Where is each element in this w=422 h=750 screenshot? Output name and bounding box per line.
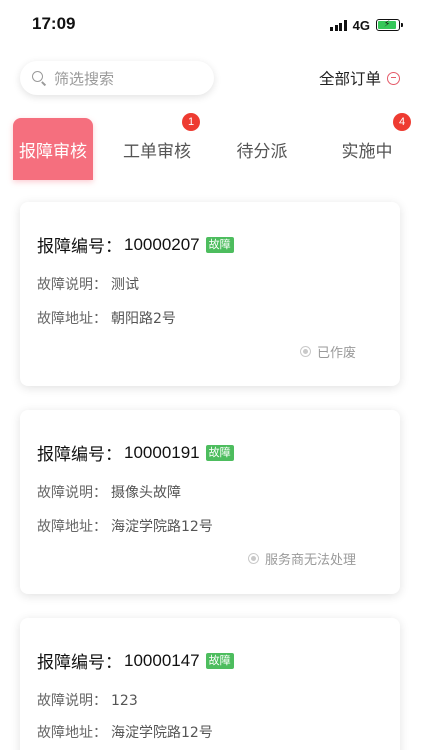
card-status: 已作废: [299, 342, 356, 361]
fault-tag: 故障: [205, 444, 234, 461]
card-title-label: 报障编号：: [37, 445, 122, 465]
status-time: 17:09: [32, 14, 76, 33]
tab-label: 报障审核: [19, 141, 87, 162]
all-orders-filter[interactable]: 全部订单: [319, 67, 400, 89]
card-title: 报障编号： 10000191 故障: [37, 440, 234, 465]
minus-circle-icon: [387, 71, 400, 85]
desc-label: 故障说明：: [37, 693, 107, 709]
addr-label: 故障地址：: [37, 311, 107, 327]
status-dot-icon: [299, 346, 311, 357]
search-placeholder: 筛选搜索: [54, 69, 115, 88]
desc-label: 故障说明：: [37, 277, 107, 293]
status-indicators: 4G ⚡: [330, 17, 403, 33]
fault-description: 故障说明： 测试: [37, 274, 139, 294]
addr-label: 故障地址：: [37, 725, 107, 741]
desc-value: 123: [111, 693, 138, 709]
addr-label: 故障地址：: [37, 519, 107, 535]
card-title: 报障编号： 10000147 故障: [37, 648, 234, 673]
tab-label: 实施中: [341, 141, 393, 162]
status-bar: 17:09 4G ⚡: [0, 0, 422, 50]
charging-icon: ⚡: [383, 19, 391, 30]
tab-badge: 4: [393, 113, 411, 131]
addr-value: 海淀学院路12号: [111, 519, 213, 535]
desc-value: 摄像头故障: [111, 485, 181, 501]
tab-label: 待分派: [236, 141, 288, 162]
fault-number: 10000207: [124, 234, 200, 254]
card-title-label: 报障编号：: [37, 237, 122, 257]
addr-value: 海淀学院路12号: [111, 725, 213, 741]
fault-description: 故障说明： 123: [37, 690, 138, 710]
battery-icon: ⚡: [376, 19, 403, 31]
status-text: 服务商无法处理: [264, 553, 356, 568]
tab-pending-dispatch[interactable]: 待分派: [222, 118, 302, 180]
fault-card[interactable]: 报障编号： 10000207 故障 故障说明： 测试 故障地址： 朝阳路2号 已作废: [20, 202, 400, 386]
card-status: 服务商无法处理: [247, 549, 356, 568]
card-title-label: 报障编号：: [37, 653, 122, 673]
search-input[interactable]: 筛选搜索: [20, 61, 214, 95]
fault-tag: 故障: [205, 652, 234, 669]
tab-label: 工单审核: [123, 141, 191, 162]
fault-address: 故障地址： 朝阳路2号: [37, 308, 176, 328]
fault-card[interactable]: 报障编号： 10000147 故障 故障说明： 123 故障地址： 海淀学院路12号: [20, 618, 400, 750]
search-row: 筛选搜索 全部订单: [0, 58, 422, 98]
fault-number: 10000147: [124, 650, 200, 670]
tab-bar: 报障审核 工单审核 1 待分派 实施中 4: [0, 113, 422, 180]
all-orders-label: 全部订单: [318, 70, 381, 88]
fault-address: 故障地址： 海淀学院路12号: [37, 722, 213, 742]
network-type: 4G: [352, 17, 370, 33]
fault-description: 故障说明： 摄像头故障: [37, 482, 181, 502]
battery-level: ⚡: [378, 19, 396, 30]
status-dot-icon: [247, 553, 259, 564]
fault-address: 故障地址： 海淀学院路12号: [37, 516, 213, 536]
card-title: 报障编号： 10000207 故障: [37, 232, 234, 257]
signal-icon: [330, 19, 347, 31]
tab-fault-review[interactable]: 报障审核: [13, 118, 93, 180]
addr-value: 朝阳路2号: [111, 311, 176, 327]
search-icon: [32, 71, 46, 85]
fault-tag: 故障: [205, 236, 234, 253]
fault-card[interactable]: 报障编号： 10000191 故障 故障说明： 摄像头故障 故障地址： 海淀学院路1…: [20, 410, 400, 594]
tab-badge: 1: [182, 113, 200, 131]
desc-label: 故障说明：: [37, 485, 107, 501]
fault-number: 10000191: [124, 442, 200, 462]
status-text: 已作废: [316, 346, 356, 361]
desc-value: 测试: [111, 277, 139, 293]
